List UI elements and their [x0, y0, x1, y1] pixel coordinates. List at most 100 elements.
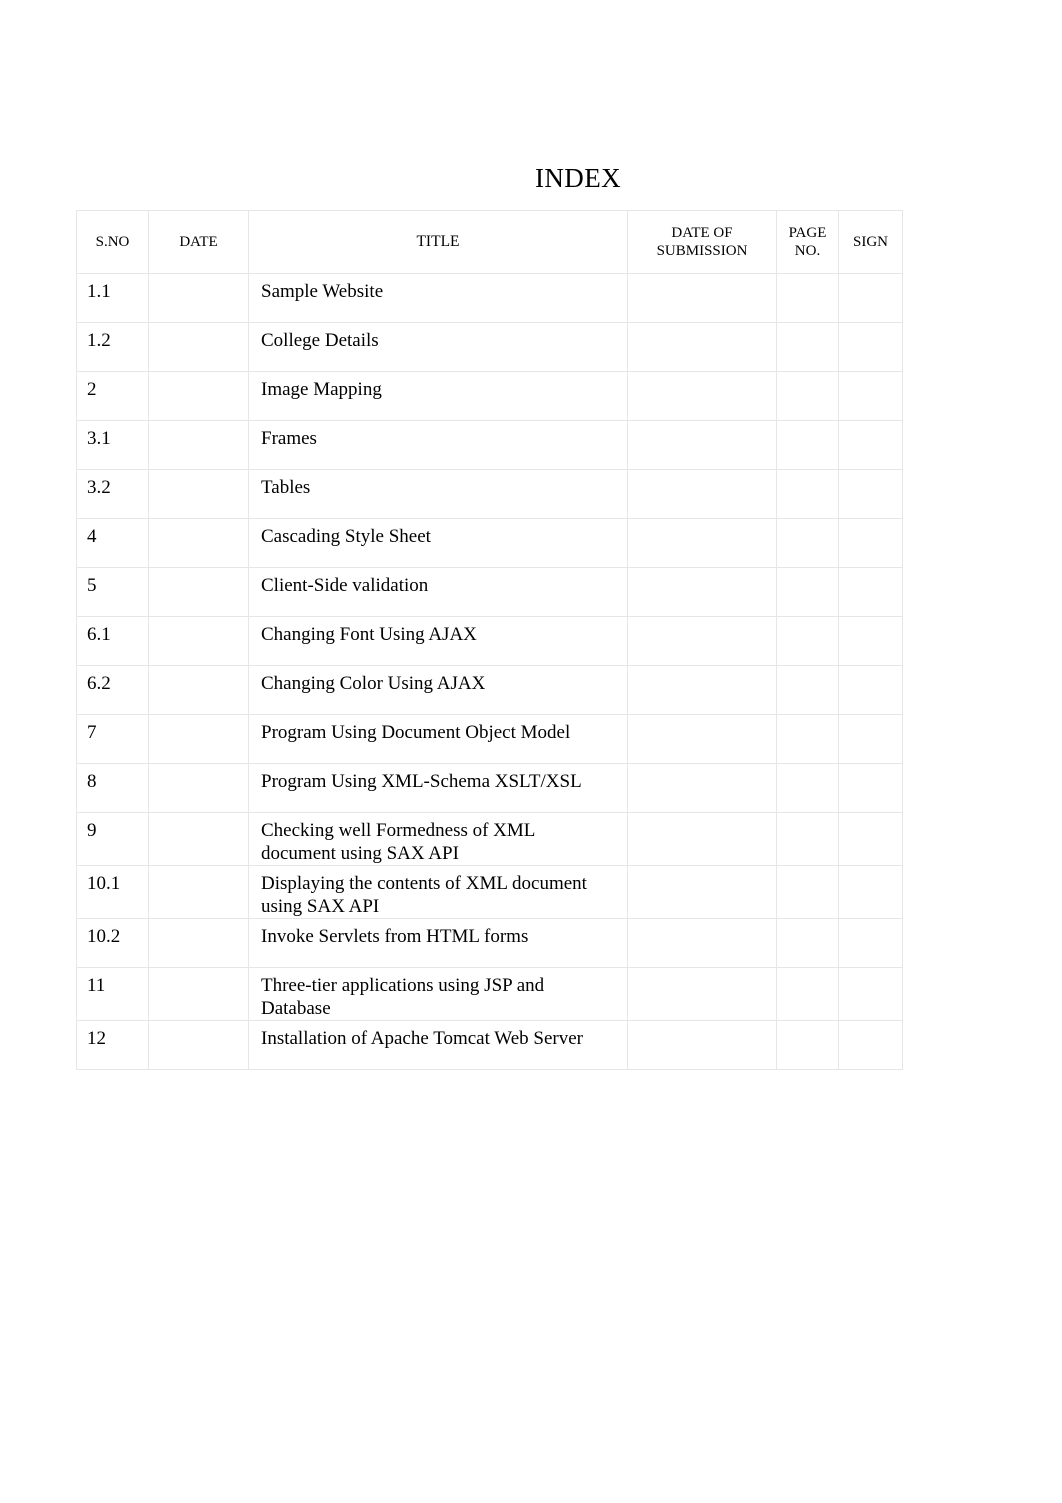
- cell-page-no: [776, 371, 839, 421]
- cell-page-no: [776, 865, 839, 919]
- cell-sno-text: 3.2: [87, 477, 111, 498]
- cell-title-text: Sample Website: [261, 281, 384, 302]
- cell-date: [148, 665, 249, 715]
- cell-sno: 2: [76, 371, 149, 421]
- cell-date: [148, 567, 249, 617]
- column-header-date: DATE: [148, 210, 249, 274]
- cell-title-text: Cascading Style Sheet: [261, 526, 431, 547]
- cell-date: [148, 371, 249, 421]
- column-header-page-no: PAGE NO.: [776, 210, 839, 274]
- cell-date: [148, 967, 249, 1021]
- table-row: 11 Three-tier applications using JSP and …: [76, 967, 903, 1021]
- cell-page-no: [776, 420, 839, 470]
- cell-sno-text: 1.2: [87, 330, 111, 351]
- cell-page-no: [776, 616, 839, 666]
- cell-date-of-submission: [627, 1020, 777, 1070]
- cell-page-no: [776, 469, 839, 519]
- table-row: 6.1 Changing Font Using AJAX: [76, 616, 903, 666]
- table-row: 4 Cascading Style Sheet: [76, 518, 903, 568]
- cell-sno-text: 9: [87, 820, 97, 841]
- cell-title: Tables: [248, 469, 628, 519]
- cell-page-no: [776, 322, 839, 372]
- cell-sno-text: 5: [87, 575, 97, 596]
- cell-page-no: [776, 812, 839, 866]
- cell-title: Changing Font Using AJAX: [248, 616, 628, 666]
- cell-title-text: Installation of Apache Tomcat Web Server: [261, 1028, 583, 1049]
- cell-sno: 4: [76, 518, 149, 568]
- cell-date: [148, 763, 249, 813]
- cell-sno: 1.2: [76, 322, 149, 372]
- cell-date-of-submission: [627, 714, 777, 764]
- cell-sno-text: 2: [87, 379, 97, 400]
- cell-date-of-submission: [627, 567, 777, 617]
- cell-date: [148, 469, 249, 519]
- cell-date: [148, 273, 249, 323]
- cell-title-text: Checking well Formedness of XML document…: [261, 820, 536, 864]
- cell-page-no: [776, 518, 839, 568]
- cell-page-no: [776, 918, 839, 968]
- cell-date-of-submission: [627, 616, 777, 666]
- cell-title-text: Changing Color Using AJAX: [261, 673, 486, 694]
- cell-date-of-submission: [627, 420, 777, 470]
- cell-sno-text: 3.1: [87, 428, 111, 449]
- cell-sno: 8: [76, 763, 149, 813]
- cell-title-text: Tables: [261, 477, 311, 498]
- cell-sno-text: 6.2: [87, 673, 111, 694]
- cell-sign: [838, 1020, 903, 1070]
- cell-page-no: [776, 763, 839, 813]
- cell-date: [148, 812, 249, 866]
- cell-sign: [838, 665, 903, 715]
- cell-sno-text: 10.2: [87, 926, 121, 947]
- document-page: INDEX S.NO DATE TITLE DATE OF SUBMISSION…: [0, 0, 1062, 1503]
- cell-date-of-submission: [627, 665, 777, 715]
- cell-sign: [838, 322, 903, 372]
- cell-sno: 7: [76, 714, 149, 764]
- cell-title: Program Using Document Object Model: [248, 714, 628, 764]
- cell-date-of-submission: [627, 273, 777, 323]
- table-row: 10.2 Invoke Servlets from HTML forms: [76, 918, 903, 968]
- cell-date: [148, 918, 249, 968]
- cell-title: Three-tier applications using JSP and Da…: [248, 967, 628, 1021]
- cell-title: Changing Color Using AJAX: [248, 665, 628, 715]
- cell-title: Sample Website: [248, 273, 628, 323]
- cell-title: College Details: [248, 322, 628, 372]
- cell-sno-text: 10.1: [87, 873, 121, 894]
- cell-title: Cascading Style Sheet: [248, 518, 628, 568]
- cell-sign: [838, 420, 903, 470]
- table-row: 1.2 College Details: [76, 322, 903, 372]
- cell-date: [148, 714, 249, 764]
- table-row: 3.2 Tables: [76, 469, 903, 519]
- cell-date-of-submission: [627, 967, 777, 1021]
- cell-sno: 5: [76, 567, 149, 617]
- cell-sign: [838, 967, 903, 1021]
- cell-sno: 6.2: [76, 665, 149, 715]
- cell-sno: 3.2: [76, 469, 149, 519]
- cell-title: Program Using XML-Schema XSLT/XSL: [248, 763, 628, 813]
- cell-sno-text: 6.1: [87, 624, 111, 645]
- table-row: 2 Image Mapping: [76, 371, 903, 421]
- cell-title-text: Image Mapping: [261, 379, 382, 400]
- cell-date: [148, 865, 249, 919]
- cell-date-of-submission: [627, 469, 777, 519]
- cell-date: [148, 616, 249, 666]
- column-header-date-of-submission: DATE OF SUBMISSION: [627, 210, 777, 274]
- cell-date-of-submission: [627, 763, 777, 813]
- cell-title-text: Program Using Document Object Model: [261, 722, 571, 743]
- cell-sno: 9: [76, 812, 149, 866]
- table-row: 1.1 Sample Website: [76, 273, 903, 323]
- cell-sno: 12: [76, 1020, 149, 1070]
- cell-title-text: Three-tier applications using JSP and Da…: [261, 975, 545, 1019]
- table-row: 10.1 Displaying the contents of XML docum…: [76, 865, 903, 919]
- cell-page-no: [776, 567, 839, 617]
- cell-sno: 1.1: [76, 273, 149, 323]
- cell-sign: [838, 714, 903, 764]
- cell-page-no: [776, 967, 839, 1021]
- cell-date-of-submission: [627, 865, 777, 919]
- cell-date: [148, 518, 249, 568]
- cell-page-no: [776, 665, 839, 715]
- cell-date-of-submission: [627, 518, 777, 568]
- cell-sno-text: 1.1: [87, 281, 111, 302]
- cell-title-text: Changing Font Using AJAX: [261, 624, 477, 645]
- cell-sno: 11: [76, 967, 149, 1021]
- cell-title: Image Mapping: [248, 371, 628, 421]
